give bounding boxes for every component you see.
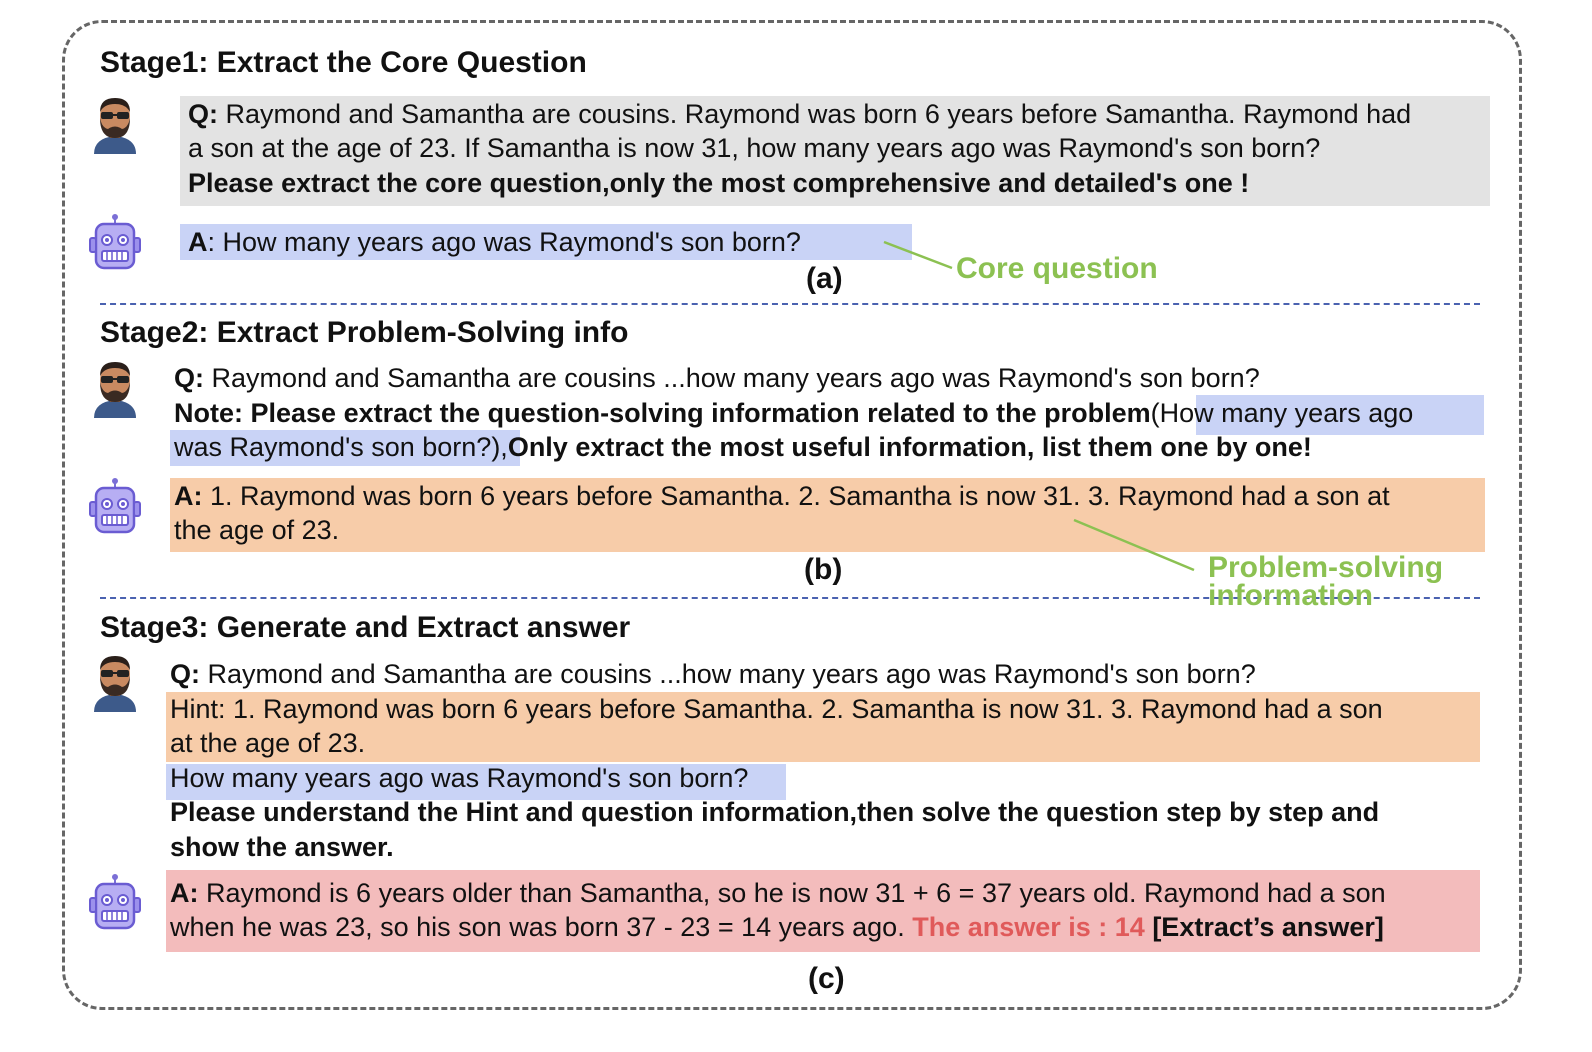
bearded-man-avatar-icon: [94, 98, 136, 154]
problem-info-pointer: [1073, 518, 1195, 572]
caption-b: (b): [804, 553, 843, 586]
stage2-note-line2: was Raymond's son born?),Only extract th…: [174, 432, 1312, 462]
core-question-annotation: Core question: [956, 252, 1158, 285]
separator-1: [100, 303, 1480, 305]
stage3-answer-line2: when he was 23, so his son was born 37 -…: [170, 912, 1384, 942]
final-answer: The answer is : 14: [912, 912, 1145, 942]
stage2-answer-line2: the age of 23.: [174, 515, 340, 545]
stage3-title: Stage3: Generate and Extract answer: [100, 611, 631, 644]
stage3-instruction-line1: Please understand the Hint and question …: [170, 797, 1380, 827]
stage2-question: Q: Raymond and Samantha are cousins ...h…: [174, 363, 1260, 393]
stage2-answer-line1: A: 1. Raymond was born 6 years before Sa…: [174, 481, 1390, 511]
stage3-question: Q: Raymond and Samantha are cousins ...h…: [170, 659, 1256, 689]
stage1-instruction: Please extract the core question,only th…: [188, 168, 1250, 198]
stage2-note-line1: Note: Please extract the question-solvin…: [174, 398, 1414, 428]
robot-assistant-icon: [88, 478, 142, 534]
stage3-hint-line2: at the age of 23.: [170, 728, 366, 758]
stage3-hint-line1: Hint: 1. Raymond was born 6 years before…: [170, 694, 1383, 724]
stage3-instruction-line2: show the answer.: [170, 832, 394, 862]
stage1-answer: A: How many years ago was Raymond's son …: [188, 227, 801, 257]
bearded-man-avatar-icon: [94, 656, 136, 712]
stage2-title: Stage2: Extract Problem-Solving info: [100, 316, 629, 349]
caption-c: (c): [808, 962, 845, 995]
stage1-title: Stage1: Extract the Core Question: [100, 46, 587, 79]
robot-assistant-icon: [88, 874, 142, 930]
stage1-question-line1: Q: Raymond and Samantha are cousins. Ray…: [188, 99, 1412, 129]
stage1-question-line2: a son at the age of 23. If Samantha is n…: [188, 133, 1321, 163]
bearded-man-avatar-icon: [94, 362, 136, 418]
stage3-answer-line1: A: Raymond is 6 years older than Samanth…: [170, 878, 1386, 908]
stage3-core-question: How many years ago was Raymond's son bor…: [170, 763, 749, 793]
robot-assistant-icon: [88, 214, 142, 270]
extract-answer-tag: [Extract’s answer]: [1144, 912, 1384, 942]
problem-info-annotation: Problem-solving information: [1208, 551, 1444, 612]
caption-a: (a): [806, 262, 843, 295]
